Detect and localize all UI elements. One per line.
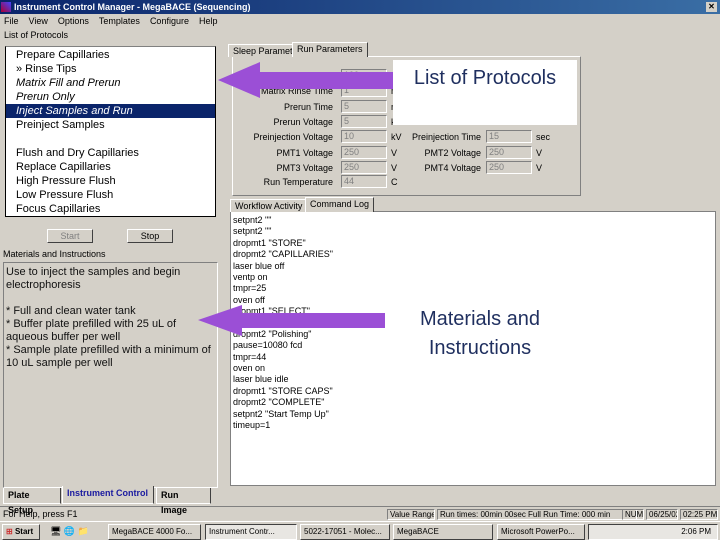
callout-materials-and-instructions: Materials and Instructions	[385, 305, 575, 367]
window-title: Instrument Control Manager - MegaBACE (S…	[14, 2, 251, 12]
param-label: Matrix Rinse Time	[260, 86, 333, 96]
log-line: dropmt1 "STORE"	[233, 237, 306, 248]
param-field[interactable]: 250	[486, 146, 532, 159]
clock: 2:06 PM	[681, 527, 711, 536]
log-line: setpnt2 "Start Temp Up"	[233, 408, 329, 419]
log-line: laser blue idle	[233, 374, 289, 385]
log-line: dropmt2 "CAPILLARIES"	[233, 249, 333, 260]
start-label: Start	[14, 527, 34, 536]
materials-label: Materials and Instructions	[3, 249, 106, 259]
param-label: Preinjection Voltage	[253, 132, 333, 142]
param-field[interactable]: 250	[341, 146, 387, 159]
protocol-item[interactable]: Inject Samples and Run	[6, 104, 215, 118]
param-field[interactable]: 10	[341, 130, 387, 143]
protocol-item[interactable]: Focus Capillaries	[6, 202, 215, 216]
materials-instructions-text[interactable]: Use to inject the samples and begin elec…	[3, 262, 218, 488]
param-unit: V	[391, 148, 398, 158]
param-label: Prerun Time	[283, 102, 333, 112]
system-tray: 2:06 PM	[588, 524, 718, 540]
taskbar-item[interactable]: Microsoft PowerPo...	[497, 524, 585, 540]
param-field[interactable]: 250	[486, 161, 532, 174]
log-line: ventp on	[233, 271, 268, 282]
start-menu-button[interactable]: ⊞ Start	[2, 524, 40, 540]
menu-configure[interactable]: Configure	[150, 14, 189, 28]
param-label: PMT4 Voltage	[424, 163, 481, 173]
menu-templates[interactable]: Templates	[99, 14, 140, 28]
param-label: Matrix Fill Time	[272, 71, 334, 81]
protocol-item	[6, 132, 215, 146]
taskbar: ⊞ Start 🖥 🌐 📁 MegaBACE 4000 Fo... Instrum…	[0, 521, 720, 540]
log-line: dropmt1 "STORE CAPS"	[233, 385, 333, 396]
taskbar-item[interactable]: MegaBACE 4000 Fo...	[108, 524, 201, 540]
param-field[interactable]: 5	[341, 100, 387, 113]
log-line: setpnt2 ""	[233, 215, 272, 225]
protocol-item[interactable]: Matrix Fill and Prerun	[6, 76, 215, 90]
param-unit: V	[536, 148, 543, 158]
log-line: dropmt2 "COMPLETE"	[233, 397, 325, 408]
log-line: setpnt2 ""	[233, 226, 272, 237]
taskbar-item[interactable]: MegaBACE	[393, 524, 493, 540]
callout-list-of-protocols: List of Protocols	[393, 60, 577, 125]
status-num: NUM	[622, 509, 644, 520]
taskbar-item[interactable]: Instrument Contr...	[205, 524, 297, 540]
stop-button[interactable]: Stop	[127, 229, 173, 243]
menu-view[interactable]: View	[29, 14, 48, 28]
protocol-item[interactable]: Flush and Dry Capillaries	[6, 146, 215, 160]
param-label: PMT3 Voltage	[276, 163, 333, 173]
param-unit: C	[391, 177, 398, 187]
param-unit: kV	[391, 132, 402, 142]
param-unit: sec	[536, 132, 551, 142]
log-line: tmpr=25	[233, 283, 267, 294]
param-label: Run Temperature	[263, 177, 333, 187]
protocol-item[interactable]: Preinject Samples	[6, 118, 215, 132]
param-label: Prerun Voltage	[273, 117, 333, 127]
status-time: 02:25 PM	[680, 509, 718, 520]
protocol-list[interactable]: Prepare Capillaries» Rinse Tips Matrix Fi…	[5, 46, 216, 217]
protocol-item[interactable]: » Rinse Tips	[6, 62, 215, 76]
param-field[interactable]: 5	[341, 115, 387, 128]
tab-plate-setup[interactable]: Plate Setup	[3, 488, 61, 515]
param-label: PMT1 Voltage	[276, 148, 333, 158]
param-field[interactable]: 1	[341, 84, 387, 97]
protocol-item[interactable]: Low Pressure Flush	[6, 188, 215, 202]
param-unit: V	[391, 163, 398, 173]
tab-run-parameters[interactable]: Run Parameters	[292, 42, 368, 57]
tab-instrument-control[interactable]: Instrument Control	[62, 486, 154, 504]
status-run-times: Run times: 00min 00sec Full Run Time: 00…	[437, 509, 637, 520]
menu-options[interactable]: Options	[58, 14, 89, 28]
title-bar: Instrument Control Manager - MegaBACE (S…	[0, 0, 720, 14]
param-field[interactable]: 15	[486, 130, 532, 143]
quick-launch-icons[interactable]: 🖥 🌐 📁	[50, 526, 89, 537]
log-line: timeup=1	[233, 420, 271, 431]
app-icon	[1, 2, 11, 12]
param-field[interactable]: 100	[341, 69, 387, 82]
status-value-range: Value Range	[387, 509, 435, 520]
status-date: 06/25/02	[646, 509, 678, 520]
param-field[interactable]: 250	[341, 161, 387, 174]
status-bar: For Help, press F1 Value Range Run times…	[0, 506, 720, 520]
protocol-item[interactable]: High Pressure Flush	[6, 174, 215, 188]
close-button[interactable]: ✕	[706, 2, 717, 12]
windows-logo-icon: ⊞	[6, 527, 13, 536]
param-field[interactable]: 44	[341, 175, 387, 188]
taskbar-item[interactable]: 5022-17051 - Molec...	[300, 524, 390, 540]
protocol-item[interactable]: Prepare Capillaries	[6, 48, 215, 62]
log-line: laser blue off	[233, 260, 285, 271]
protocol-item[interactable]: Prerun Only	[6, 90, 215, 104]
param-unit: V	[536, 163, 543, 173]
start-button[interactable]: Start	[47, 229, 93, 243]
protocol-item[interactable]: Replace Capillaries	[6, 160, 215, 174]
menu-bar: File View Options Templates Configure Help	[0, 14, 217, 28]
tab-command-log[interactable]: Command Log	[305, 197, 375, 212]
param-label: PMT2 Voltage	[424, 148, 481, 158]
menu-help[interactable]: Help	[199, 14, 218, 28]
protocol-list-label: List of Protocols	[4, 30, 69, 40]
param-label: Preinjection Time	[411, 132, 481, 142]
tab-run-image[interactable]: Run Image	[156, 488, 211, 515]
menu-file[interactable]: File	[4, 14, 19, 28]
